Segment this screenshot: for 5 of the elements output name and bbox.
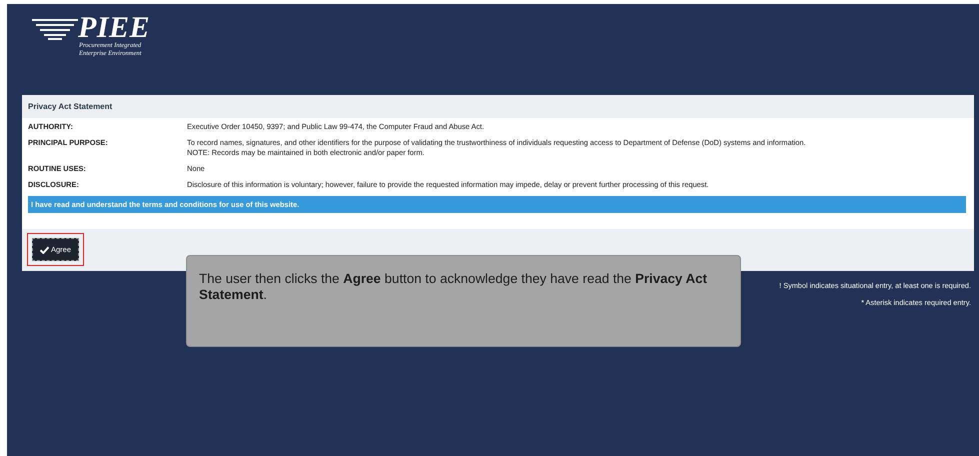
- tutorial-callout: The user then clicks the Agree button to acknowledge they have read the Privacy Act Statement.: [186, 255, 741, 347]
- panel-heading: Privacy Act Statement: [22, 95, 974, 118]
- checkmark-icon: [40, 246, 49, 254]
- speed-lines-icon: [32, 18, 78, 40]
- logo-wordmark: PIEE: [78, 14, 150, 42]
